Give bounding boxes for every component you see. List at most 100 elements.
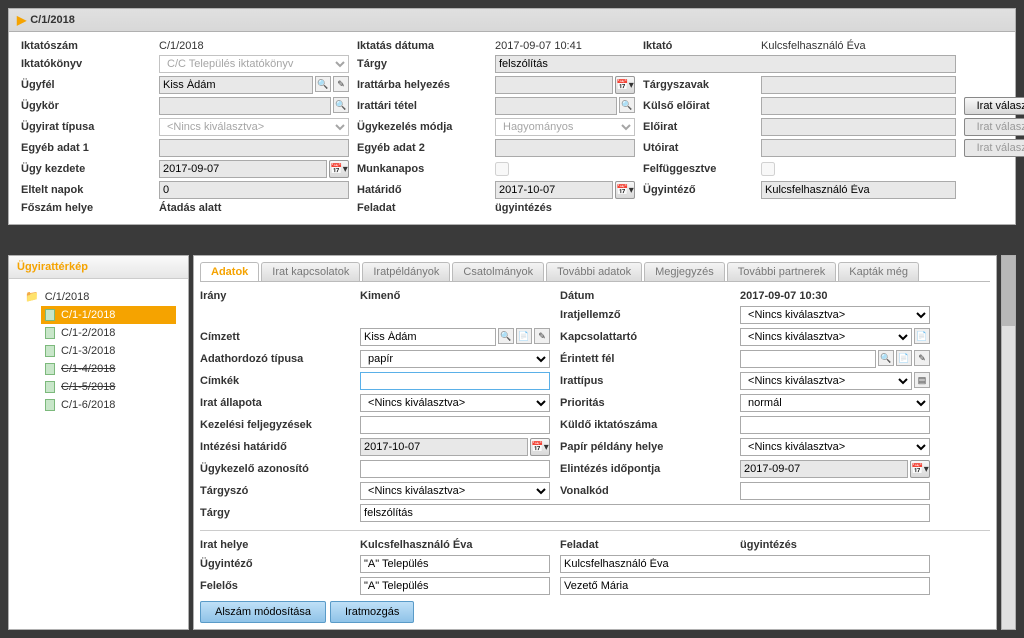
sel-iratjellemzo[interactable]: <Nincs kiválasztva> [740, 306, 930, 324]
val-iktatoszam: C/1/2018 [159, 40, 349, 52]
tree-item-label: C/1-2/2018 [61, 327, 115, 339]
inp-egyeb2 [495, 139, 635, 157]
tab-irat-kapcsolatok[interactable]: Irat kapcsolatok [261, 262, 360, 281]
lbl-foszamhelye: Főszám helye [21, 202, 151, 214]
inp-targy-form[interactable] [360, 504, 930, 522]
lbl-targy-form: Tárgy [200, 507, 350, 519]
lbl-iktatoszam: Iktatószám [21, 40, 151, 52]
lbl-munkanapos: Munkanapos [357, 163, 487, 175]
tree-root[interactable]: 📁 C/1/2018 [21, 287, 176, 306]
tree-item[interactable]: C/1-5/2018 [41, 378, 176, 396]
inp-cimzett[interactable] [360, 328, 496, 346]
lbl-utoirat: Utóirat [643, 142, 753, 154]
sel-iktatokonyv[interactable]: C/C Település iktatókönyv [159, 55, 349, 73]
btn-iratmozgas[interactable]: Iratmozgás [330, 601, 414, 623]
btn-alszam[interactable]: Alszám módosítása [200, 601, 326, 623]
tree-item[interactable]: C/1-2/2018 [41, 324, 176, 342]
main-panel: AdatokIrat kapcsolatokIratpéldányokCsato… [193, 255, 997, 630]
scrollbar[interactable] [1001, 255, 1016, 630]
btn-iratvalasztas-3: Irat választás [964, 139, 1024, 157]
tabs: AdatokIrat kapcsolatokIratpéldányokCsato… [200, 262, 990, 282]
search-icon[interactable]: 🔍 [498, 328, 514, 344]
inp-intezesi [360, 438, 528, 456]
lbl-eloirat: Előirat [643, 121, 753, 133]
tab-kapták-még[interactable]: Kapták még [838, 262, 919, 281]
edit-icon[interactable]: ✎ [914, 350, 930, 366]
new-icon[interactable]: 📄 [914, 328, 930, 344]
lbl-ugyfel: Ügyfél [21, 79, 151, 91]
lbl-felelos: Felelős [200, 580, 350, 592]
sel-prioritas[interactable]: normál [740, 394, 930, 412]
tab-további-adatok[interactable]: További adatok [546, 262, 642, 281]
tab-iratpéldányok[interactable]: Iratpéldányok [362, 262, 450, 281]
lbl-kulsoeloirat: Külső előirat [643, 100, 753, 112]
calendar-icon[interactable]: 📅▾ [615, 181, 635, 199]
sel-ugykezelesmodja[interactable]: Hagyományos [495, 118, 635, 136]
lbl-ugyintezo-form: Ügyintéző [200, 558, 350, 570]
inp-ugyfel [159, 76, 313, 94]
inp-ugykor [159, 97, 331, 115]
search-icon[interactable]: 🔍 [619, 97, 635, 113]
tree-item[interactable]: C/1-6/2018 [41, 396, 176, 414]
sidebar: Ügyirattérkép 📁 C/1/2018 C/1-1/2018 C/1-2… [8, 255, 189, 630]
inp-felelos-r[interactable] [560, 577, 930, 595]
lbl-cimkek: Címkék [200, 375, 350, 387]
document-icon [45, 345, 55, 357]
val-iktato: Kulcsfelhasználó Éva [761, 40, 956, 52]
tree-item[interactable]: C/1-3/2018 [41, 342, 176, 360]
inp-cimkek[interactable] [360, 372, 550, 390]
new-icon[interactable]: 📄 [896, 350, 912, 366]
sel-iratallapota[interactable]: <Nincs kiválasztva> [360, 394, 550, 412]
inp-kezelesi[interactable] [360, 416, 550, 434]
tab-csatolmányok[interactable]: Csatolmányok [452, 262, 544, 281]
lbl-targyszavak: Tárgyszavak [643, 79, 753, 91]
sidebar-title: Ügyirattérkép [9, 256, 188, 279]
lbl-elteltnapok: Eltelt napok [21, 184, 151, 196]
inp-ugyintezo-r[interactable] [560, 555, 930, 573]
inp-kuldoiktato[interactable] [740, 416, 930, 434]
tree-item-label: C/1-1/2018 [61, 309, 115, 321]
inp-irattaritetel [495, 97, 617, 115]
tree-item[interactable]: C/1-1/2018 [41, 306, 176, 324]
tab-további-partnerek[interactable]: További partnerek [727, 262, 836, 281]
inp-erintettfel[interactable] [740, 350, 876, 368]
sel-ugyirattipusa[interactable]: <Nincs kiválasztva> [159, 118, 349, 136]
tree-item-label: C/1-3/2018 [61, 345, 115, 357]
inp-targy-top [495, 55, 956, 73]
inp-ugyintezo-l[interactable] [360, 555, 550, 573]
inp-vonalkod[interactable] [740, 482, 930, 500]
calendar-icon[interactable]: 📅▾ [910, 460, 930, 478]
edit-icon[interactable]: ✎ [333, 76, 349, 92]
val-irany: Kimenő [360, 290, 550, 302]
calendar-icon[interactable]: 📅▾ [530, 438, 550, 456]
new-icon[interactable]: 📄 [516, 328, 532, 344]
lbl-adathordozo: Adathordozó típusa [200, 353, 350, 365]
lbl-targy: Tárgy [357, 58, 487, 70]
search-icon[interactable]: 🔍 [878, 350, 894, 366]
tab-megjegyzés[interactable]: Megjegyzés [644, 262, 725, 281]
sel-kapcsolattarto[interactable]: <Nincs kiválasztva> [740, 328, 912, 346]
inp-felelos-l[interactable] [360, 577, 550, 595]
btn-iratvalasztas-1[interactable]: Irat választás [964, 97, 1024, 115]
lbl-egyeb2: Egyéb adat 2 [357, 142, 487, 154]
inp-ugykezelo[interactable] [360, 460, 550, 478]
calendar-icon[interactable]: 📅▾ [615, 76, 635, 94]
lbl-kapcsolattarto: Kapcsolattartó [560, 331, 730, 343]
edit-icon[interactable]: ✎ [534, 328, 550, 344]
document-icon [45, 381, 55, 393]
action-icon[interactable]: ▤ [914, 372, 930, 388]
btn-iratvalasztas-2: Irat választás [964, 118, 1024, 136]
calendar-icon[interactable]: 📅▾ [329, 160, 349, 178]
tab-adatok[interactable]: Adatok [200, 262, 259, 281]
search-icon[interactable]: 🔍 [333, 97, 349, 113]
tree-item[interactable]: C/1-4/2018 [41, 360, 176, 378]
sel-targyszo[interactable]: <Nincs kiválasztva> [360, 482, 550, 500]
search-icon[interactable]: 🔍 [315, 76, 331, 92]
sel-irattipus[interactable]: <Nincs kiválasztva> [740, 372, 912, 390]
inp-eloirat [761, 118, 956, 136]
lbl-iktatokonyv: Iktatókönyv [21, 58, 151, 70]
sel-adathordozo[interactable]: papír [360, 350, 550, 368]
sel-papirpeldany[interactable]: <Nincs kiválasztva> [740, 438, 930, 456]
inp-ugyintezo-top [761, 181, 956, 199]
lbl-ugyirattipusa: Ügyirat típusa [21, 121, 151, 133]
